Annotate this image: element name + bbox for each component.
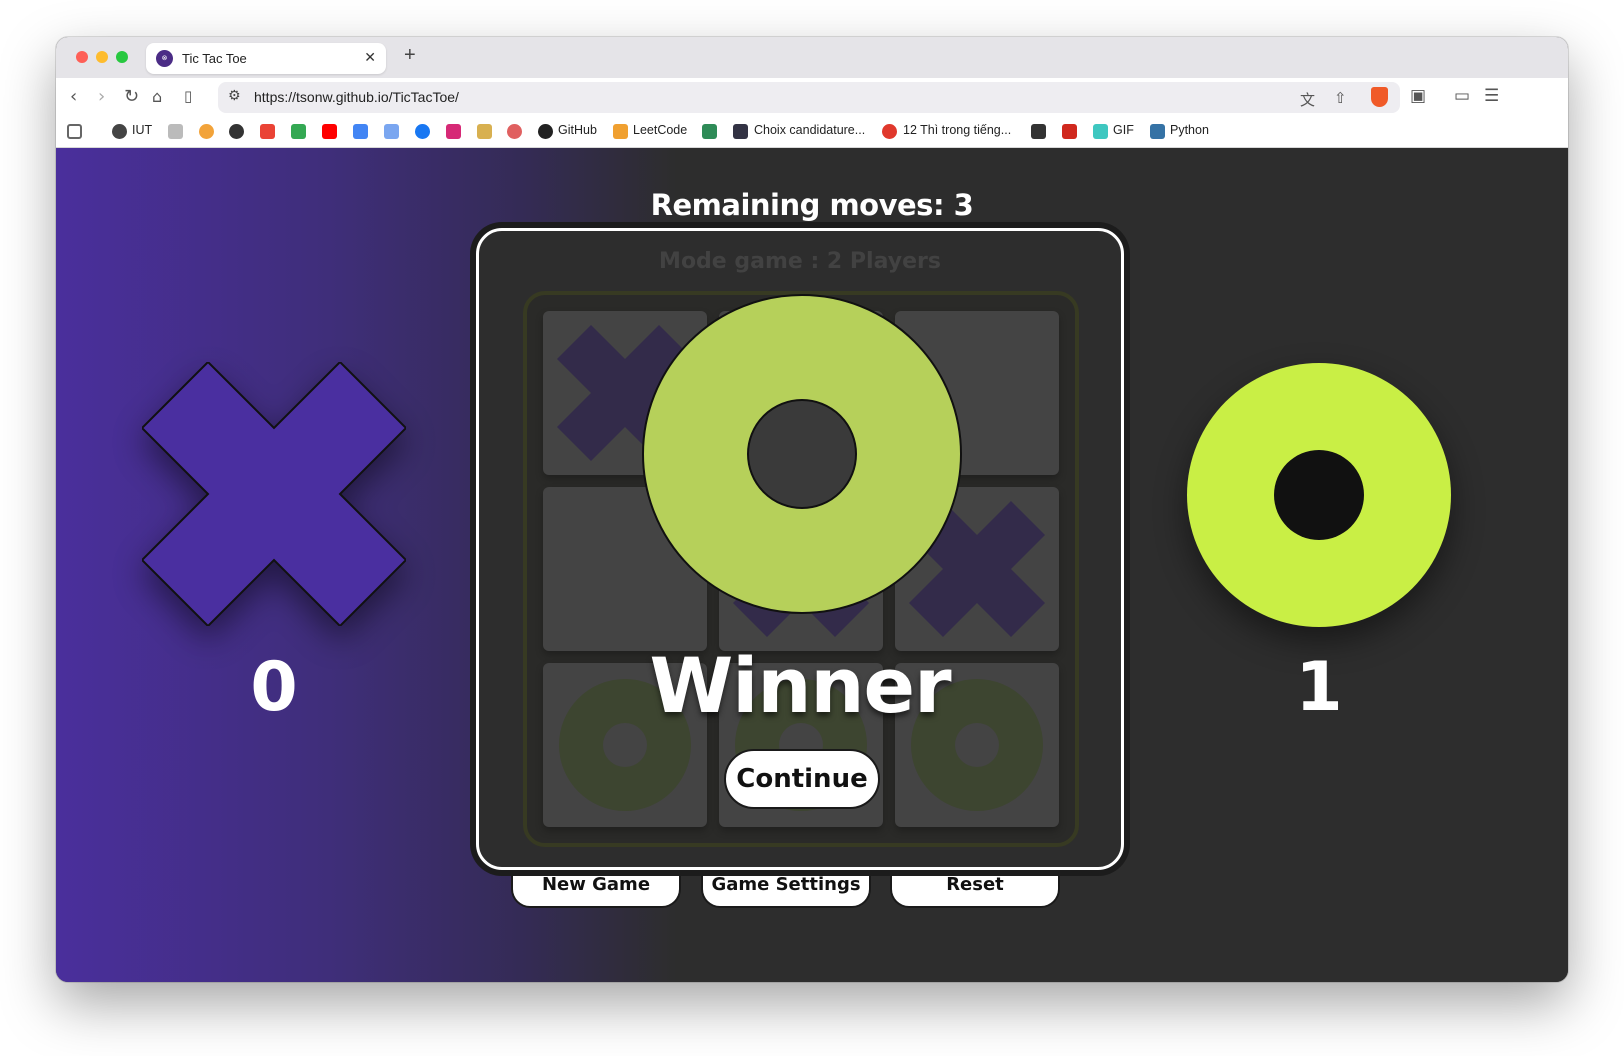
grammar-icon [882, 124, 897, 139]
docs-icon[interactable] [353, 124, 368, 139]
mode-game-label: Mode game : 2 Players [659, 249, 941, 274]
gmail-icon[interactable] [260, 124, 275, 139]
browser-toolbar: ‹ › ↻ ⌂ ▯ ⚙ https://tsonw.github.io/TicT… [56, 78, 1568, 117]
continue-button[interactable]: Continue [724, 749, 880, 809]
bookmark-gif[interactable]: GIF [1113, 123, 1134, 137]
game-settings-button[interactable]: Game Settings [701, 870, 871, 908]
tab-title: Tic Tac Toe [182, 51, 247, 66]
menu-icon[interactable]: ☰ [1484, 86, 1499, 106]
globe-icon [112, 124, 127, 139]
browser-window: ⊗ Tic Tac Toe ✕ + ‹ › ↻ ⌂ ▯ ⚙ https://ts… [56, 37, 1568, 982]
youtube-icon[interactable] [322, 124, 337, 139]
home-icon[interactable]: ⌂ [152, 87, 162, 106]
github-icon [538, 124, 553, 139]
new-game-button[interactable]: New Game [511, 870, 681, 908]
candidature-icon [733, 124, 748, 139]
minimize-window-button[interactable] [96, 51, 108, 63]
winner-o-icon [642, 294, 962, 614]
bookmark-12-thi[interactable]: 12 Thì trong tiếng... [903, 123, 1011, 137]
translate-bookmark-icon[interactable] [384, 124, 399, 139]
site-settings-icon[interactable]: ⚙ [228, 88, 241, 104]
share-icon[interactable]: ⇧ [1334, 89, 1347, 107]
player-x-score: 0 [250, 648, 298, 727]
tic-tac-toe-favicon-icon: ⊗ [156, 50, 173, 67]
winner-modal: Mode game : 2 Players Winner Continue [476, 228, 1124, 870]
instagram-icon[interactable] [446, 124, 461, 139]
close-tab-icon[interactable]: ✕ [364, 49, 376, 66]
remaining-moves: Remaining moves: 3 [56, 188, 1568, 222]
firebase-icon[interactable] [199, 124, 214, 139]
player-x-icon [142, 362, 406, 626]
game-page: Remaining moves: 3 0 1 New Game Game Set… [56, 148, 1568, 982]
apps-grid-icon[interactable] [67, 124, 82, 139]
sidebar-icon[interactable]: ▣ [1410, 86, 1426, 106]
gif-icon [1093, 124, 1108, 139]
bookmark-leetcode[interactable]: LeetCode [633, 123, 687, 137]
bookmark-iut[interactable]: IUT [132, 123, 152, 137]
cloud-icon[interactable] [507, 124, 522, 139]
openai-icon[interactable] [229, 124, 244, 139]
brave-shield-icon[interactable] [1371, 87, 1388, 107]
remaining-moves-value: 3 [953, 188, 974, 222]
new-tab-icon[interactable]: + [404, 44, 416, 67]
facebook-icon[interactable] [415, 124, 430, 139]
browser-tab[interactable]: ⊗ Tic Tac Toe ✕ [146, 43, 386, 74]
bookmark-python[interactable]: Python [1170, 123, 1209, 137]
leetcode-icon [613, 124, 628, 139]
bookmark-icon[interactable]: ▯ [184, 87, 192, 105]
reset-button[interactable]: Reset [890, 870, 1060, 908]
tab-strip: ⊗ Tic Tac Toe ✕ + [56, 37, 1568, 78]
close-window-button[interactable] [76, 51, 88, 63]
back-icon[interactable]: ‹ [70, 86, 77, 107]
bookmarks-bar: IUT GitHub LeetCode Choix candidature...… [56, 117, 1568, 148]
maximize-window-button[interactable] [116, 51, 128, 63]
w3schools-icon[interactable] [702, 124, 717, 139]
translate-icon[interactable]: 文 [1300, 89, 1315, 110]
bookmark-icon-3[interactable] [1031, 124, 1046, 139]
bookmark-choix[interactable]: Choix candidature... [754, 123, 865, 137]
drive-icon[interactable] [291, 124, 306, 139]
winner-label: Winner [649, 641, 951, 730]
player-o-icon [1187, 363, 1451, 627]
wallet-icon[interactable]: ▭ [1454, 86, 1470, 106]
python-icon [1150, 124, 1165, 139]
player-o-score: 1 [1295, 648, 1343, 727]
bookmark-github[interactable]: GitHub [558, 123, 597, 137]
remaining-moves-label: Remaining moves: [650, 188, 945, 222]
address-bar[interactable]: ⚙ https://tsonw.github.io/TicTacToe/ 文 ⇧ [218, 82, 1400, 113]
bookmark-icon-1[interactable] [168, 124, 183, 139]
url-text[interactable]: https://tsonw.github.io/TicTacToe/ [254, 89, 459, 105]
reload-icon[interactable]: ↻ [124, 86, 139, 107]
bookmark-icon-4[interactable] [1062, 124, 1077, 139]
bookmark-icon-2[interactable] [477, 124, 492, 139]
forward-icon[interactable]: › [98, 86, 105, 107]
